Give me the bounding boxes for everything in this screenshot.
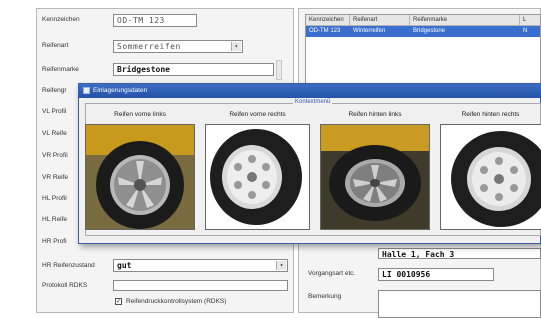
rdks-field[interactable]	[113, 280, 288, 291]
vorgangsart-label: Vorgangsart etc.	[308, 270, 356, 277]
reifenmarke-field[interactable]: Bridgestone	[113, 63, 274, 76]
tire-photo-vorne-links[interactable]	[85, 124, 195, 230]
column-header-reifenart[interactable]: Reifenart	[350, 15, 410, 26]
tire-image	[86, 125, 194, 229]
hl-profil-label: HL Profil	[42, 195, 67, 202]
hl-reife-label: HL Reife	[42, 216, 68, 223]
bemerkung-label: Bemerkung	[308, 293, 342, 300]
tire-table[interactable]: Kennzeichen Reifenart Reifenmarke L OD-T…	[305, 14, 541, 92]
dialog-title: Einlagerungsdaten	[93, 87, 148, 94]
hr-zustand-value: gut	[117, 261, 132, 270]
column-header-reifenmarke[interactable]: Reifenmarke	[410, 15, 520, 26]
rdks-label: Protokoll RDKS	[42, 282, 88, 289]
table-cell: Bridgestone	[413, 28, 446, 34]
kennzeichen-label: Kennzeichen	[42, 16, 80, 23]
column-header-kennzeichen[interactable]: Kennzeichen	[306, 15, 350, 26]
bemerkung-field[interactable]	[378, 290, 541, 318]
table-cell: OD-TM 123	[309, 28, 341, 34]
caption-vorne-links: Reifen vorne links	[114, 111, 166, 118]
reifenmarke-scroll[interactable]	[276, 60, 282, 80]
vl-reife-label: VL Reife	[42, 130, 67, 137]
tire-image	[321, 125, 429, 229]
kennzeichen-field[interactable]: OD-TM 123	[113, 14, 197, 27]
window-icon	[83, 87, 90, 94]
caption-hinten-links: Reifen hinten links	[348, 111, 402, 118]
tire-photo-hinten-rechts[interactable]	[440, 124, 541, 230]
tire-image	[441, 125, 541, 229]
hr-profil-label: HR Profi	[42, 238, 67, 245]
tire-photo-vorne-rechts[interactable]	[205, 124, 310, 230]
reifenmarke-label: Reifenmarke	[42, 66, 79, 73]
vorgangsart-field[interactable]: LI 0010956	[378, 268, 494, 281]
chevron-down-icon[interactable]: ▾	[231, 42, 241, 51]
caption-hinten-rechts: Reifen hinten rechts	[461, 111, 520, 118]
tire-photo-hinten-links[interactable]	[320, 124, 430, 230]
vr-reife-label: VR Reife	[42, 174, 69, 181]
lagerort-field[interactable]: Halle 1, Fach 3	[378, 248, 541, 259]
reifengroesse-label: Reifengr	[42, 87, 67, 94]
caption-vorne-rechts: Reifen vorne rechts	[229, 111, 286, 118]
hr-zustand-label: HR Reifenzustand	[42, 262, 95, 269]
dialog-titlebar[interactable]: Einlagerungsdaten	[79, 84, 541, 98]
reifenart-value: Sommerreifen	[117, 42, 181, 51]
rdks-checkbox-label: Reifendruckkontrollsystem (RDKS)	[126, 298, 227, 305]
table-cell: Winterreifen	[353, 28, 386, 34]
reifenart-label: Reifenart	[42, 42, 69, 49]
checkmark-icon: ✓	[116, 299, 122, 305]
column-header-l[interactable]: L	[520, 15, 540, 26]
vr-profil-label: VR Profil	[42, 152, 68, 159]
reifenart-select[interactable]: Sommerreifen ▾	[113, 40, 243, 53]
chevron-down-icon[interactable]: ▾	[276, 261, 286, 270]
vl-profil-label: VL Profil	[42, 108, 67, 115]
tire-image	[206, 125, 309, 229]
group-label: Kontextmenü	[293, 99, 333, 105]
hr-zustand-select[interactable]: gut ▾	[113, 259, 288, 272]
table-cell: N	[523, 28, 528, 34]
rdks-checkbox[interactable]: ✓	[115, 298, 122, 305]
